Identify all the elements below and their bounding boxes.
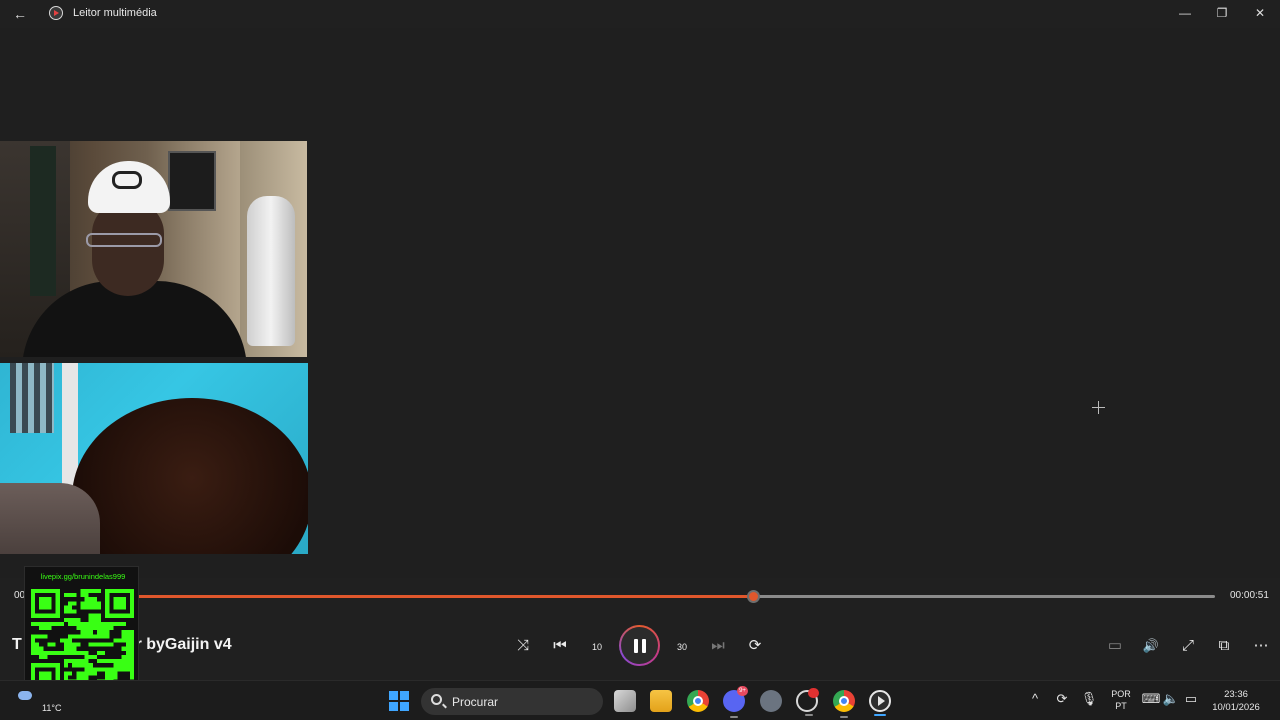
- repeat-button[interactable]: ⟳: [743, 634, 767, 658]
- speaker-icon[interactable]: 🔈: [1161, 691, 1181, 707]
- steam-icon[interactable]: [796, 688, 819, 716]
- livepix-url: livepix.gg/brunindelas999: [40, 572, 126, 581]
- weather-widget[interactable]: 11°C: [14, 689, 124, 717]
- media-player-app-icon: [49, 6, 63, 20]
- windows-start-icon[interactable]: [388, 690, 410, 712]
- cap-logo: [112, 171, 142, 189]
- settings-gear-icon[interactable]: [760, 690, 782, 712]
- webcam-feed-top: [0, 141, 307, 357]
- chrome-profile-icon[interactable]: [833, 690, 855, 718]
- clock-time: 23:36: [1224, 689, 1248, 700]
- hanging-coat: [247, 196, 295, 346]
- clock-date: 10/01/2026: [1212, 702, 1260, 713]
- language-code: POR: [1111, 689, 1131, 699]
- close-button[interactable]: ✕: [1245, 3, 1275, 23]
- running-indicator: [730, 716, 738, 718]
- battery-icon[interactable]: ▭: [1181, 691, 1201, 707]
- steam-alert-badge: [808, 688, 819, 698]
- miniplayer-button[interactable]: ▭: [1103, 634, 1127, 658]
- person-hair: [72, 398, 308, 554]
- forward-30-button[interactable]: 30: [670, 634, 694, 658]
- network-icon[interactable]: ⌨: [1141, 691, 1161, 707]
- discord-icon[interactable]: 9+: [723, 686, 748, 718]
- task-view-icon[interactable]: [614, 690, 636, 712]
- volume-button[interactable]: 🔊: [1139, 634, 1163, 658]
- keyboard-layout: PT: [1115, 701, 1127, 711]
- fullscreen-button[interactable]: ⤢: [1176, 634, 1200, 658]
- search-icon: [431, 694, 442, 705]
- back-button[interactable]: ←: [8, 4, 32, 24]
- pause-icon: [621, 627, 658, 664]
- weather-temperature: 11°C: [42, 703, 62, 713]
- media-player-taskbar-icon[interactable]: [869, 690, 891, 716]
- bed-cloth: [0, 483, 100, 554]
- running-indicator: [805, 714, 813, 716]
- qr-code-icon: [31, 589, 134, 692]
- sync-icon[interactable]: ⟳: [1052, 691, 1072, 707]
- total-time: 00:00:51: [1230, 590, 1269, 601]
- window-title: Leitor multimédia: [73, 7, 157, 19]
- livepix-overlay: livepix.gg/brunindelas999: [24, 566, 139, 696]
- seek-thumb[interactable]: [746, 590, 760, 603]
- microphone-icon[interactable]: 🎙: [1079, 691, 1099, 707]
- room-window: [10, 363, 54, 433]
- previous-button[interactable]: ⏮: [548, 634, 572, 658]
- file-explorer-icon[interactable]: [650, 690, 672, 712]
- next-button[interactable]: ⏭: [706, 634, 730, 658]
- person-glasses: [86, 233, 162, 247]
- taskbar: 11°C Procurar 9+ ^ ⟳ 🎙 POR PT ⌨ 🔈 ▭ 23:3…: [0, 680, 1280, 720]
- title-bar: ← Leitor multimédia — ❐ ✕: [0, 0, 1280, 28]
- cast-button[interactable]: ⧉: [1212, 634, 1236, 658]
- scarf-banner: [30, 146, 56, 296]
- person-face: [92, 201, 164, 296]
- seek-bar[interactable]: [30, 590, 1215, 603]
- forward-30-label: 30: [676, 642, 687, 652]
- rewind-10-button[interactable]: 10: [585, 634, 609, 658]
- wall-poster: [168, 151, 216, 211]
- chrome-icon[interactable]: [687, 690, 709, 712]
- search-placeholder: Procurar: [452, 695, 499, 709]
- system-clock[interactable]: 23:36 10/01/2026: [1206, 688, 1266, 714]
- webcam-feed-bottom: [0, 363, 308, 554]
- cloud-icon: [18, 691, 32, 700]
- pause-button[interactable]: [619, 625, 660, 666]
- discord-notification-badge: 9+: [737, 686, 748, 696]
- tray-overflow-chevron-icon[interactable]: ^: [1025, 691, 1045, 706]
- running-indicator: [840, 716, 848, 718]
- minimize-button[interactable]: —: [1170, 3, 1200, 23]
- maximize-button[interactable]: ❐: [1207, 3, 1237, 23]
- rewind-10-label: 10: [591, 642, 602, 652]
- more-options-button[interactable]: ⋯: [1249, 634, 1273, 658]
- shuffle-button[interactable]: ⤨: [511, 634, 535, 658]
- language-indicator[interactable]: POR PT: [1108, 688, 1134, 712]
- crosshair-cursor-icon: [1092, 401, 1105, 414]
- taskbar-search[interactable]: Procurar: [421, 688, 603, 715]
- active-indicator: [874, 714, 886, 716]
